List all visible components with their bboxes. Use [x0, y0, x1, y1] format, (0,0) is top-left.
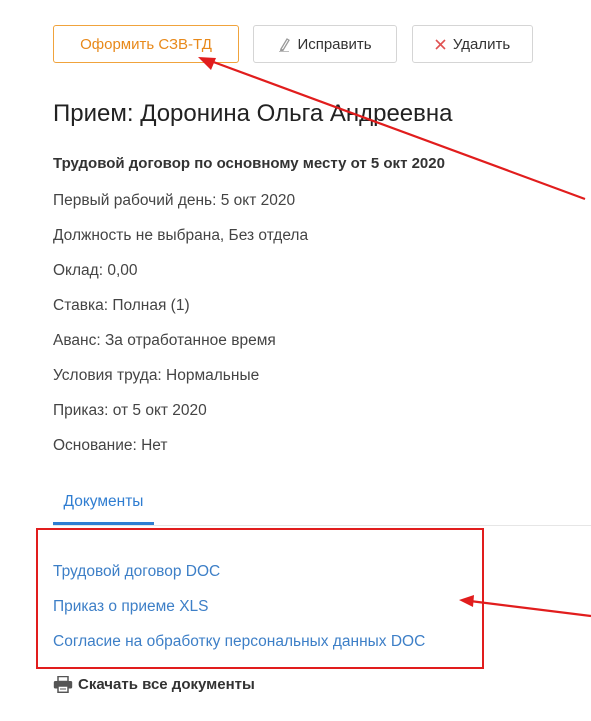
detail-first-workday: Первый рабочий день: 5 окт 2020	[53, 192, 296, 209]
close-icon	[435, 38, 446, 50]
document-link-personal-data-consent[interactable]: Согласие на обработку персональных данны…	[53, 633, 425, 651]
tab-documents[interactable]: Документы	[53, 485, 154, 525]
document-link-employment-contract[interactable]: Трудовой договор DOC	[53, 563, 220, 581]
page-title: Прием: Доронина Ольга Андреевна	[53, 100, 453, 127]
edit-button-label: Исправить	[297, 35, 372, 53]
detail-salary: Оклад: 0,00	[53, 262, 138, 279]
tab-bar-divider	[53, 525, 591, 526]
edit-button[interactable]: Исправить	[253, 25, 397, 63]
details-list: Первый рабочий день: 5 окт 2020 Должност…	[53, 190, 308, 470]
detail-order: Приказ: от 5 окт 2020	[53, 402, 207, 419]
delete-button[interactable]: Удалить	[412, 25, 533, 63]
szv-td-button-label: Оформить СЗВ-ТД	[80, 35, 212, 53]
szv-td-button[interactable]: Оформить СЗВ-ТД	[53, 25, 239, 63]
download-all-documents-link[interactable]: Скачать все документы	[53, 676, 255, 693]
detail-rate: Ставка: Полная (1)	[53, 297, 190, 314]
detail-advance: Аванс: За отработанное время	[53, 332, 276, 349]
contract-subtitle: Трудовой договор по основному месту от 5…	[53, 155, 445, 172]
detail-work-conditions: Условия труда: Нормальные	[53, 367, 260, 384]
detail-position: Должность не выбрана, Без отдела	[53, 227, 309, 244]
download-all-documents-label: Скачать все документы	[78, 676, 255, 693]
pencil-icon	[278, 37, 291, 52]
annotation-arrowhead-documents	[459, 595, 474, 607]
delete-button-label: Удалить	[452, 35, 511, 53]
tab-documents-label: Документы	[63, 492, 144, 510]
annotation-arrow-to-documents	[469, 599, 591, 618]
detail-basis: Основание: Нет	[53, 437, 168, 454]
document-link-hiring-order[interactable]: Приказ о приеме XLS	[53, 598, 209, 616]
printer-icon	[53, 676, 73, 693]
